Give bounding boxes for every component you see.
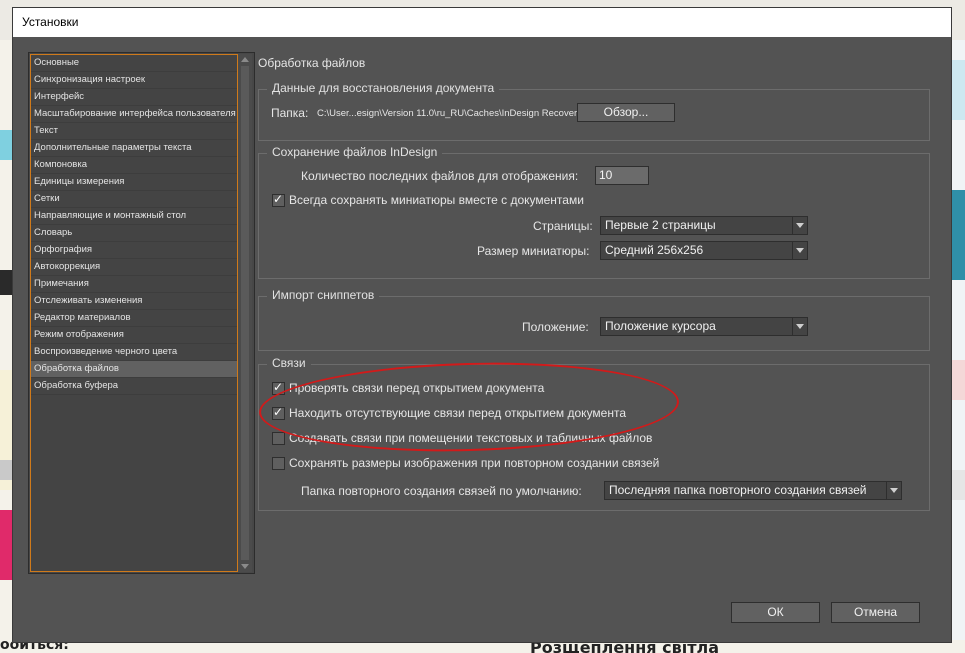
default-relink-folder-label: Папка повторного создания связей по умол…	[301, 484, 582, 498]
recent-files-count-input[interactable]: 10	[595, 166, 649, 185]
sidebar-item-advanced-type[interactable]: Дополнительные параметры текста	[31, 140, 237, 157]
sidebar-item-spelling[interactable]: Орфография	[31, 242, 237, 259]
create-links-row[interactable]: Создавать связи при помещении текстовых …	[272, 431, 652, 445]
sidebar-item-guides[interactable]: Направляющие и монтажный стол	[31, 208, 237, 225]
snippet-import-group-title: Импорт сниппетов	[267, 288, 380, 302]
sidebar-item-sync-settings[interactable]: Синхронизация настроек	[31, 72, 237, 89]
sidebar-item-general[interactable]: Основные	[31, 55, 237, 72]
sidebar-item-units[interactable]: Единицы измерения	[31, 174, 237, 191]
snippet-position-label: Положение:	[522, 320, 589, 334]
save-thumbnails-label: Всегда сохранять миниатюры вместе с доку…	[289, 193, 584, 207]
chevron-down-icon	[792, 242, 807, 259]
find-missing-links-checkbox[interactable]	[272, 405, 285, 420]
category-list-panel: Основные Синхронизация настроек Интерфей…	[28, 52, 255, 574]
preserve-dimensions-label: Сохранять размеры изображения при повтор…	[289, 456, 660, 470]
create-links-label: Создавать связи при помещении текстовых …	[289, 431, 653, 445]
saving-group-title: Сохранение файлов InDesign	[267, 145, 443, 159]
check-links-label: Проверять связи перед открытием документ…	[289, 381, 545, 395]
sidebar-item-display-performance[interactable]: Режим отображения	[31, 327, 237, 344]
title-bar[interactable]: Установки	[13, 8, 951, 37]
links-group-title: Связи	[267, 356, 311, 370]
recovery-group: Данные для восстановления документа Папк…	[258, 81, 930, 141]
window-title: Установки	[22, 15, 79, 29]
sidebar-scrollbar[interactable]	[238, 54, 252, 572]
chevron-down-icon	[886, 482, 901, 499]
folder-label: Папка:	[271, 106, 309, 120]
sidebar-item-clipboard-handling[interactable]: Обработка буфера	[31, 378, 237, 395]
default-relink-folder-value: Последняя папка повторного создания связ…	[609, 483, 867, 497]
snippet-position-dropdown[interactable]: Положение курсора	[600, 317, 808, 336]
sidebar-item-autocorrect[interactable]: Автокоррекция	[31, 259, 237, 276]
create-links-checkbox[interactable]	[272, 431, 285, 445]
sidebar-item-notes[interactable]: Примечания	[31, 276, 237, 293]
sidebar-item-composition[interactable]: Компоновка	[31, 157, 237, 174]
check-links-checkbox[interactable]	[272, 380, 285, 395]
ok-button[interactable]: ОК	[731, 602, 820, 623]
background-right-strip	[951, 40, 965, 640]
save-thumbnails-row[interactable]: Всегда сохранять миниатюры вместе с доку…	[272, 192, 584, 207]
recovery-folder-path: C:\User...esign\Version 11.0\ru_RU\Cache…	[317, 108, 582, 119]
save-thumbnails-checkbox[interactable]	[272, 192, 285, 207]
sidebar-item-dictionary[interactable]: Словарь	[31, 225, 237, 242]
thumbnail-size-dropdown[interactable]: Средний 256x256	[600, 241, 808, 260]
background-left-strip	[0, 40, 14, 640]
sidebar-item-interface[interactable]: Интерфейс	[31, 89, 237, 106]
snippet-position-value: Положение курсора	[605, 319, 716, 333]
saving-group: Сохранение файлов InDesign Количество по…	[258, 145, 930, 279]
recovery-group-title: Данные для восстановления документа	[267, 81, 500, 95]
scroll-down-icon[interactable]	[241, 564, 249, 569]
sidebar-item-track-changes[interactable]: Отслеживать изменения	[31, 293, 237, 310]
section-title: Обработка файлов	[258, 56, 366, 70]
sidebar-item-story-editor[interactable]: Редактор материалов	[31, 310, 237, 327]
recent-files-count-label: Количество последних файлов для отображе…	[301, 169, 579, 183]
default-relink-folder-dropdown[interactable]: Последняя папка повторного создания связ…	[604, 481, 902, 500]
browse-button[interactable]: Обзор...	[577, 103, 675, 122]
find-missing-links-row[interactable]: Находить отсутствующие связи перед откры…	[272, 405, 627, 420]
pages-dropdown[interactable]: Первые 2 страницы	[600, 216, 808, 235]
thumbnail-size-label: Размер миниатюры:	[477, 244, 590, 258]
sidebar-item-file-handling[interactable]: Обработка файлов	[31, 361, 237, 378]
pages-label: Страницы:	[533, 219, 593, 233]
links-group: Связи Проверять связи перед открытием до…	[258, 356, 930, 511]
preserve-dimensions-row[interactable]: Сохранять размеры изображения при повтор…	[272, 456, 659, 470]
preserve-dimensions-checkbox[interactable]	[272, 456, 285, 470]
cancel-button[interactable]: Отмена	[831, 602, 920, 623]
preferences-dialog: Установки Основные Синхронизация настрое…	[13, 8, 951, 642]
sidebar-item-type[interactable]: Текст	[31, 123, 237, 140]
sidebar-item-grids[interactable]: Сетки	[31, 191, 237, 208]
chevron-down-icon	[792, 318, 807, 335]
sidebar-item-black-appearance[interactable]: Воспроизведение черного цвета	[31, 344, 237, 361]
sidebar-item-ui-scaling[interactable]: Масштабирование интерфейса пользователя	[31, 106, 237, 123]
find-missing-links-label: Находить отсутствующие связи перед откры…	[289, 406, 627, 420]
scroll-up-icon[interactable]	[241, 57, 249, 62]
chevron-down-icon	[792, 217, 807, 234]
pages-value: Первые 2 страницы	[605, 218, 716, 232]
scrollbar-thumb[interactable]	[241, 66, 249, 560]
check-links-row[interactable]: Проверять связи перед открытием документ…	[272, 380, 545, 395]
category-list: Основные Синхронизация настроек Интерфей…	[30, 54, 238, 572]
snippet-import-group: Импорт сниппетов Положение: Положение ку…	[258, 288, 930, 351]
thumbnail-size-value: Средний 256x256	[605, 243, 704, 257]
